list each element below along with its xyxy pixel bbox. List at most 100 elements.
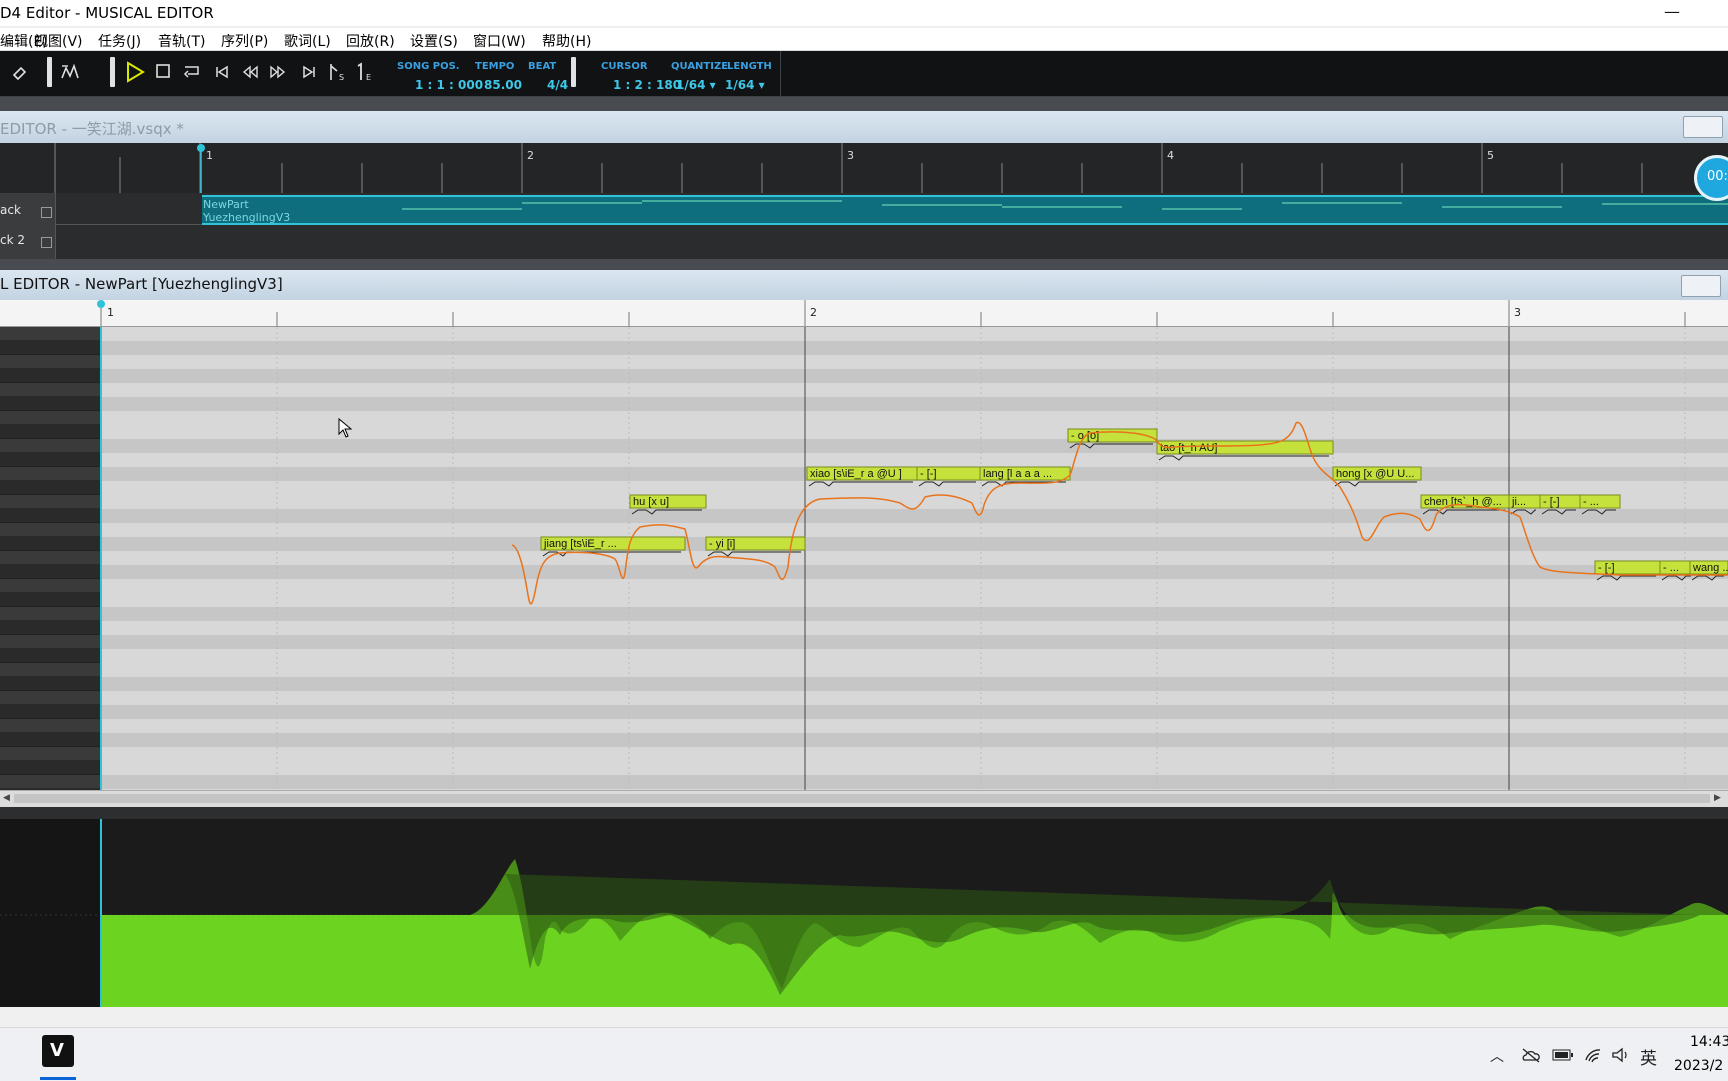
menu-help[interactable]: 帮助(H): [542, 31, 591, 51]
go-end-icon[interactable]: [302, 65, 316, 83]
toolbar-separator: [110, 57, 115, 87]
cursor-value: 1 : 2 : 180: [613, 78, 682, 92]
note-lyric: - [-]: [1543, 496, 1560, 508]
window-title: D4 Editor - MUSICAL EDITOR: [0, 4, 214, 22]
part-block[interactable]: NewPart YuezhenglingV3: [202, 195, 1728, 225]
menu-playback[interactable]: 回放(R): [346, 31, 395, 51]
track-measure-1: 1: [206, 149, 213, 162]
note-lyric: wang ...: [1692, 562, 1728, 574]
piano-keys: [0, 327, 100, 790]
musical-ruler-ticks: [97, 300, 1686, 326]
editor-measure-2: 2: [810, 306, 817, 319]
go-start-icon[interactable]: [215, 65, 229, 83]
start-marker-icon[interactable]: S: [327, 61, 347, 87]
dynamics-canvas: [0, 819, 1728, 1007]
control-track[interactable]: [0, 819, 1728, 1007]
track-editor-title: EDITOR - 一笑江湖.vsqx *: [0, 120, 184, 138]
toolbar-separator: [47, 57, 52, 87]
quantize-label: QUANTIZE: [671, 61, 729, 72]
musical-editor-header: L EDITOR - NewPart [YuezhenglingV3]: [0, 270, 1728, 300]
fast-forward-icon[interactable]: [270, 65, 286, 83]
note-lyric: - yi [i]: [709, 538, 735, 550]
track-name-1[interactable]: ack: [0, 203, 21, 217]
note-lyric: - ...: [1663, 562, 1679, 574]
track-measure-5: 5: [1487, 149, 1494, 162]
musical-editor-minimize-button[interactable]: [1681, 275, 1721, 297]
cursor-label: CURSOR: [601, 61, 648, 72]
length-label: LENGTH: [727, 61, 772, 72]
scroll-right-icon[interactable]: ▶: [1714, 793, 1721, 803]
track-solo-button[interactable]: [41, 237, 52, 248]
loop-icon[interactable]: [183, 63, 201, 83]
wifi-icon[interactable]: [1584, 1046, 1604, 1064]
tempo-label: TEMPO: [475, 61, 515, 72]
ime-indicator[interactable]: 英: [1640, 1044, 1657, 1069]
menu-window[interactable]: 窗口(W): [473, 31, 526, 51]
time-badge-text: 00:: [1707, 169, 1728, 184]
length-select[interactable]: 1/64 ▾: [725, 78, 765, 92]
note-lyric: - [-]: [920, 468, 937, 480]
track-editor: 1 2 3 4 5 ack ck 2 NewPart YuezhenglingV…: [0, 143, 1728, 259]
track-measure-3: 3: [847, 149, 854, 162]
editor-measure-1: 1: [107, 306, 114, 319]
musical-editor-ruler[interactable]: 1 2 3: [0, 300, 1728, 327]
volume-icon[interactable]: [1611, 1046, 1631, 1064]
horizontal-scrollbar[interactable]: ◀ ▶: [0, 790, 1728, 807]
editor-measure-3: 3: [1514, 306, 1521, 319]
chevron-up-icon[interactable]: ︿: [1490, 1046, 1504, 1066]
toolbar-separator: [571, 57, 576, 87]
menu-part[interactable]: 序列(P): [221, 31, 268, 51]
note-lyric: ji...: [1511, 496, 1526, 508]
note-lyric: chen [ts`_h @...: [1424, 496, 1502, 508]
toolbar: S E SONG POS. 1 : 1 : 000 TEMPO 85.00 BE…: [0, 51, 1728, 98]
vocaloid-app-label: V: [50, 1040, 64, 1061]
piano-keyboard[interactable]: [0, 327, 100, 790]
song-pos-label: SONG POS.: [397, 61, 460, 72]
menu-job[interactable]: 任务(J): [98, 31, 141, 51]
battery-icon[interactable]: [1552, 1048, 1574, 1062]
track-editor-minimize-button[interactable]: [1683, 116, 1723, 138]
musical-editor-title: L EDITOR - NewPart [YuezhenglingV3]: [0, 275, 283, 293]
menu-track[interactable]: 音轨(T): [158, 31, 205, 51]
title-bar: D4 Editor - MUSICAL EDITOR —: [0, 0, 1728, 26]
track-name-2[interactable]: ck 2: [0, 233, 25, 247]
track-editor-header: EDITOR - 一笑江湖.vsqx *: [0, 111, 1728, 143]
rewind-icon[interactable]: [242, 65, 258, 83]
beat-value[interactable]: 4/4: [547, 78, 568, 92]
stop-icon[interactable]: [155, 63, 171, 83]
song-pos-value[interactable]: 1 : 1 : 000: [415, 78, 483, 92]
mouse-cursor-icon: [338, 417, 353, 438]
track-ruler[interactable]: 1 2 3 4 5: [0, 143, 1728, 193]
piano-roll-grid[interactable]: jiang [ts\iE_r ... hu [x u] - yi [i] xiao […: [100, 327, 1728, 790]
panel-gap: [0, 807, 1728, 819]
minimize-button[interactable]: —: [1664, 2, 1680, 21]
quantize-select[interactable]: 1/64 ▾: [676, 78, 716, 92]
scroll-thumb[interactable]: [14, 794, 1710, 803]
vocaloid-app-icon[interactable]: V: [42, 1035, 74, 1067]
taskbar: V ︿ 英 14:43 2023/2: [0, 1027, 1728, 1081]
tempo-value[interactable]: 85.00: [484, 78, 522, 92]
part-note-preview: [402, 200, 1728, 210]
scroll-left-icon[interactable]: ◀: [3, 793, 10, 803]
end-marker-icon[interactable]: E: [355, 61, 375, 87]
track-solo-button[interactable]: [41, 207, 52, 218]
note-lyric: xiao [s\iE_r a @U ]: [810, 468, 902, 480]
menu-view[interactable]: 视图(V): [34, 31, 83, 51]
track-measure-2: 2: [527, 149, 534, 162]
note-lyric: jiang [ts\iE_r ...: [543, 538, 617, 550]
toolbar-divider: [780, 51, 781, 96]
svg-text:S: S: [339, 73, 344, 82]
eraser-icon[interactable]: [10, 63, 28, 85]
beat-label: BEAT: [528, 61, 557, 72]
note-lyric: hong [x @U U...: [1336, 468, 1414, 480]
menu-bar: 编辑(E) 视图(V) 任务(J) 音轨(T) 序列(P) 歌词(L) 回放(R…: [0, 28, 1728, 51]
note-lyric: - [-]: [1598, 562, 1615, 574]
piano-roll-canvas: jiang [ts\iE_r ... hu [x u] - yi [i] xiao […: [100, 327, 1728, 790]
menu-settings[interactable]: 设置(S): [410, 31, 458, 51]
play-icon[interactable]: [124, 61, 146, 87]
clock-date[interactable]: 2023/2: [1674, 1058, 1723, 1074]
pencil-curve-icon[interactable]: [60, 62, 80, 86]
menu-lyrics[interactable]: 歌词(L): [284, 31, 331, 51]
clock-time[interactable]: 14:43: [1690, 1034, 1728, 1050]
onedrive-icon[interactable]: [1521, 1047, 1541, 1063]
